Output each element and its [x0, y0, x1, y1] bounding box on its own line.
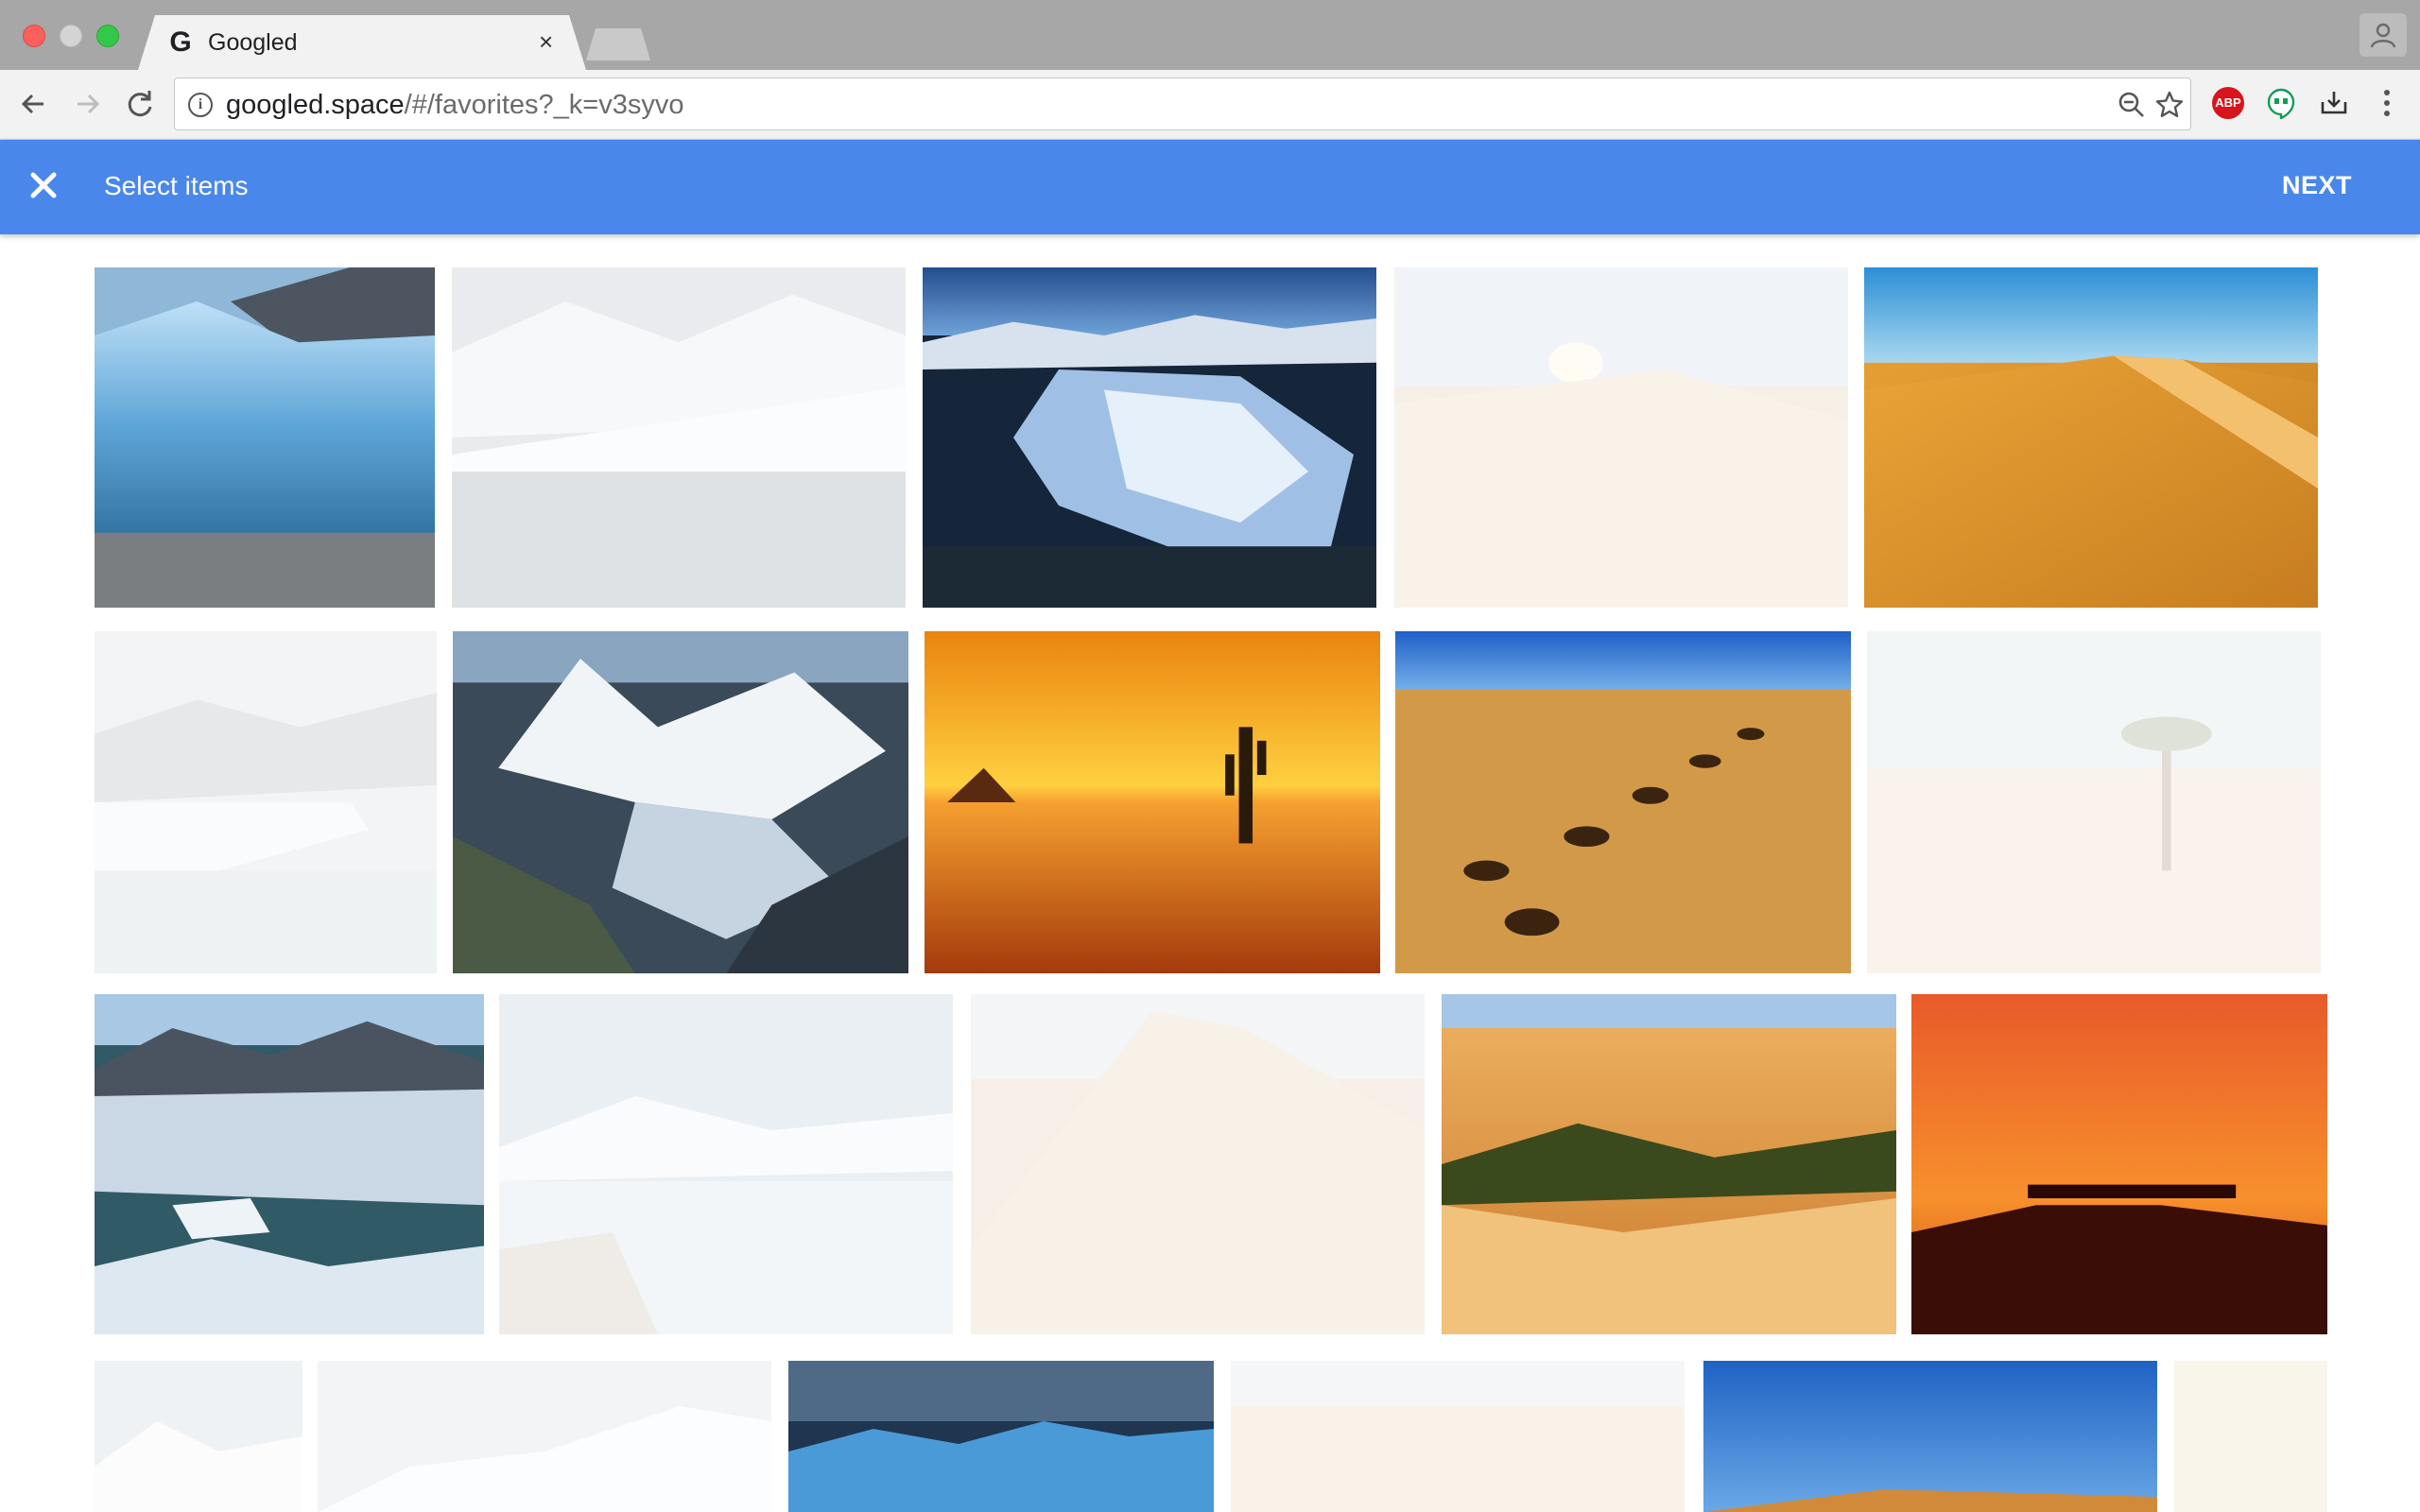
photo-tile[interactable] — [1867, 631, 2321, 973]
photo-tile[interactable] — [1442, 994, 1896, 1334]
iceberg-partial-image — [318, 1361, 771, 1512]
close-icon[interactable] — [26, 168, 60, 202]
desert-palm-tree-image — [1867, 631, 2321, 973]
photo-tile[interactable] — [2174, 1361, 2327, 1512]
selection-app-bar: Select items NEXT — [0, 140, 2420, 234]
url-text[interactable]: googled.space/#/favorites?_k=v3syvo — [226, 90, 683, 121]
menu-dots-icon[interactable] — [2373, 87, 2401, 119]
back-button[interactable] — [15, 85, 53, 123]
photo-tile[interactable] — [452, 267, 906, 608]
glacier-mountain-aerial-image — [453, 631, 908, 973]
page-title: Select items — [104, 171, 249, 200]
desert-dune-pale-image — [971, 994, 1425, 1334]
photo-tile[interactable] — [1911, 994, 2327, 1334]
arrow-right-icon — [78, 94, 100, 114]
next-button[interactable]: NEXT — [2282, 171, 2352, 200]
adblock-extension-button[interactable]: ABP — [2212, 87, 2244, 119]
desert-blue-sky-partial-image — [1703, 1361, 2157, 1512]
window-close-button[interactable] — [23, 25, 45, 47]
browser-toolbar: i googled.space/#/favorites?_k=v3syvo — [0, 70, 2420, 140]
dunes-pale-partial-image — [1231, 1361, 1685, 1512]
profile-button[interactable] — [2360, 13, 2407, 57]
forward-button[interactable] — [68, 85, 106, 123]
photo-tile[interactable] — [971, 994, 1425, 1334]
address-bar[interactable]: i googled.space/#/favorites?_k=v3syvo — [174, 77, 2191, 130]
photo-tile[interactable] — [95, 267, 435, 608]
tab-title: Googled — [208, 29, 298, 56]
reload-icon — [128, 91, 152, 117]
new-tab-button[interactable] — [586, 28, 650, 60]
glacier-tongue-aerial-image — [923, 267, 1376, 608]
browser-tab-strip: G Googled × — [0, 0, 2420, 70]
photo-tile[interactable] — [925, 631, 1380, 973]
window-maximize-button[interactable] — [96, 25, 119, 47]
photo-tile[interactable] — [788, 1361, 1214, 1512]
reload-button[interactable] — [121, 85, 159, 123]
info-icon[interactable]: i — [188, 93, 213, 117]
glacier-valley-aerial-image — [452, 267, 906, 608]
glacier-bay-ice-image — [499, 994, 953, 1334]
blue-glacier-front-image — [788, 1361, 1214, 1512]
desert-camels-sunset-image — [1911, 994, 2327, 1334]
photo-tile[interactable] — [95, 1361, 302, 1512]
photo-tile[interactable] — [318, 1361, 771, 1512]
sand-partial-image — [2174, 1361, 2327, 1512]
download-tray-icon[interactable] — [2318, 87, 2350, 119]
glacier-lake-icebergs-image — [95, 994, 484, 1334]
snow-mountain-partial-image — [95, 1361, 302, 1512]
glacier-fog-image — [95, 631, 437, 973]
window-minimize-button[interactable] — [60, 25, 82, 47]
photo-tile[interactable] — [923, 267, 1376, 608]
desert-oasis-palms-image — [1442, 994, 1896, 1334]
desert-dunes-blue-sky-image — [1864, 267, 2318, 608]
person-icon — [2370, 23, 2396, 48]
photo-tile[interactable] — [1864, 267, 2318, 608]
url-path: /#/favorites?_k=v3syvo — [404, 90, 684, 120]
photo-tile[interactable] — [499, 994, 953, 1334]
photo-tile[interactable] — [95, 994, 484, 1334]
desert-sunburst-image — [1394, 267, 1848, 608]
photo-tile[interactable] — [453, 631, 908, 973]
hangouts-extension-icon[interactable] — [2265, 87, 2297, 119]
desert-footprints-image — [1395, 631, 1851, 973]
browser-tab[interactable]: G Googled × — [138, 15, 586, 70]
photo-tile[interactable] — [95, 631, 437, 973]
photo-tile[interactable] — [1231, 1361, 1685, 1512]
glacier-ice-wall-image — [95, 267, 435, 608]
photo-tile[interactable] — [1394, 267, 1848, 608]
desert-cactus-sunset-image — [925, 631, 1380, 973]
photo-tile[interactable] — [1703, 1361, 2157, 1512]
photo-tile[interactable] — [1395, 631, 1851, 973]
star-icon[interactable] — [2154, 90, 2185, 120]
google-favicon-icon: G — [169, 26, 192, 58]
tab-close-icon[interactable]: × — [539, 27, 553, 57]
url-host: googled.space — [226, 90, 405, 120]
zoom-out-icon[interactable] — [2117, 90, 2147, 120]
arrow-left-icon — [21, 94, 43, 114]
